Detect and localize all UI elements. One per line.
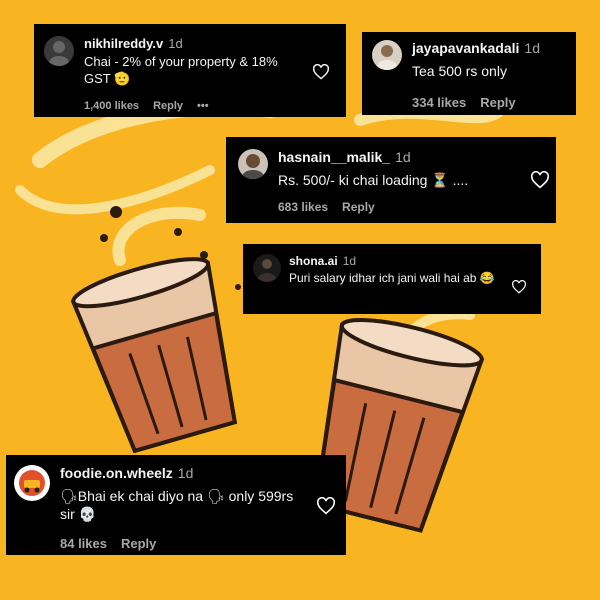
comment-time: 1d xyxy=(395,149,411,165)
comment-time: 1d xyxy=(342,254,357,268)
comment-meta: 1,400 likes Reply ••• xyxy=(84,100,209,112)
avatar-icon[interactable] xyxy=(44,36,74,66)
more-options-button[interactable]: ••• xyxy=(197,100,209,112)
heart-outline-icon[interactable] xyxy=(530,170,550,194)
comment-text: Rs. 500/- ki chai loading ⏳ .... xyxy=(278,172,469,188)
heart-outline-icon[interactable] xyxy=(316,496,336,520)
reply-button[interactable]: Reply xyxy=(480,95,515,110)
username-text[interactable]: hasnain__malik_ xyxy=(278,149,390,165)
reply-button[interactable]: Reply xyxy=(121,536,156,551)
comment-username[interactable]: jayapavankadali 1d xyxy=(412,40,540,56)
comment-card-shona: shona.ai 1d Puri salary idhar ich jani wa… xyxy=(243,244,541,314)
comment-meta: 683 likes Reply xyxy=(278,200,375,214)
comment-time: 1d xyxy=(177,465,194,481)
comment-time: 1d xyxy=(168,36,183,51)
comment-card-foodie: foodie.on.wheelz 1d 🗣Bhai ek chai diyo na… xyxy=(6,455,346,555)
food-logo-avatar-icon[interactable] xyxy=(14,465,50,501)
chai-glass-left-icon xyxy=(70,257,238,454)
comment-meta: 84 likes Reply xyxy=(60,536,156,551)
comment-card-jayapavankadali: jayapavankadali 1d Tea 500 rs only 334 li… xyxy=(362,32,576,115)
comment-time: 1d xyxy=(524,40,540,56)
comment-text: Chai - 2% of your property & 18% GST 🫡 xyxy=(84,54,278,86)
comment-card-hasnain: hasnain__malik_ 1d Rs. 500/- ki chai load… xyxy=(226,137,556,223)
likes-count[interactable]: 683 likes xyxy=(278,200,328,214)
username-text[interactable]: foodie.on.wheelz xyxy=(60,465,173,481)
username-text[interactable]: nikhilreddy.v xyxy=(84,36,163,51)
comment-username[interactable]: foodie.on.wheelz 1d xyxy=(60,465,193,481)
comment-card-nikhilreddy: nikhilreddy.v 1d Chai - 2% of your proper… xyxy=(34,24,346,117)
comment-username[interactable]: nikhilreddy.v 1d xyxy=(84,36,183,51)
heart-outline-icon[interactable] xyxy=(511,279,527,299)
likes-count[interactable]: 334 likes xyxy=(412,95,466,110)
comment-meta: 334 likes Reply xyxy=(412,95,516,110)
comment-username[interactable]: shona.ai 1d xyxy=(289,254,356,268)
comment-text: Tea 500 rs only xyxy=(412,63,507,79)
reply-button[interactable]: Reply xyxy=(153,100,183,112)
likes-count[interactable]: 84 likes xyxy=(60,536,107,551)
avatar-icon[interactable] xyxy=(253,254,281,282)
heart-outline-icon[interactable] xyxy=(312,63,330,85)
comment-text: 🗣Bhai ek chai diyo na 🗣 only 599rs sir 💀 xyxy=(60,488,294,523)
username-text[interactable]: shona.ai xyxy=(289,254,338,268)
likes-count[interactable]: 1,400 likes xyxy=(84,100,139,112)
comment-username[interactable]: hasnain__malik_ 1d xyxy=(278,149,411,165)
avatar-icon[interactable] xyxy=(372,40,402,70)
avatar-icon[interactable] xyxy=(238,149,268,179)
comment-text: Puri salary idhar ich jani wali hai ab 😂 xyxy=(289,271,495,285)
username-text[interactable]: jayapavankadali xyxy=(412,40,519,56)
reply-button[interactable]: Reply xyxy=(342,200,375,214)
